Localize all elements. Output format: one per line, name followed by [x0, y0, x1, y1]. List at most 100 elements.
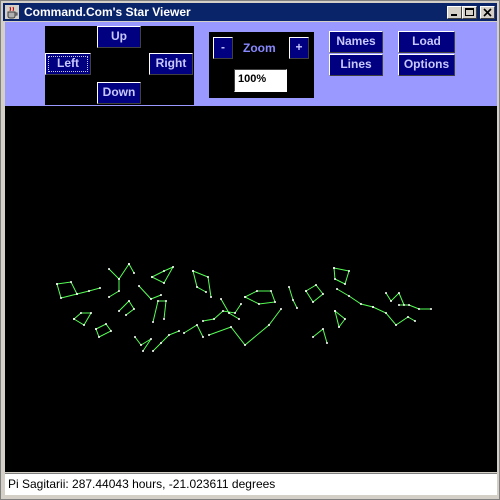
star: [398, 292, 400, 294]
zoom-out-button[interactable]: -: [213, 37, 233, 59]
java-cup-icon: [5, 5, 19, 19]
names-button[interactable]: Names: [329, 31, 383, 53]
star: [292, 299, 294, 301]
star: [344, 318, 346, 320]
star: [222, 310, 224, 312]
star: [305, 290, 307, 292]
star: [408, 304, 410, 306]
star: [338, 326, 340, 328]
down-button[interactable]: Down: [97, 82, 141, 104]
star: [118, 310, 120, 312]
star: [108, 296, 110, 298]
minimize-button[interactable]: [447, 6, 462, 19]
star: [274, 301, 276, 303]
toolbar: Up Left Right Down - Zoom + 100% Names L…: [5, 22, 497, 106]
maximize-button[interactable]: [462, 6, 477, 19]
title-bar[interactable]: Command.Com's Star Viewer: [3, 3, 497, 21]
star: [183, 332, 185, 334]
star: [336, 288, 338, 290]
constellation-line: [118, 300, 135, 316]
star: [151, 276, 153, 278]
constellation-line: [108, 263, 130, 298]
close-button[interactable]: [480, 6, 495, 19]
star: [118, 290, 120, 292]
status-bar: Pi Sagitarii: 287.44043 hours, -21.02361…: [5, 473, 497, 495]
star: [280, 308, 282, 310]
star: [125, 314, 127, 316]
star: [160, 342, 162, 344]
star: [172, 266, 174, 268]
star: [202, 336, 204, 338]
star-map-canvas[interactable]: [5, 106, 497, 472]
close-icon: [483, 8, 492, 17]
star: [407, 316, 409, 318]
star: [334, 310, 336, 312]
constellation-line: [336, 288, 374, 308]
star: [213, 318, 215, 320]
star: [344, 283, 346, 285]
star: [56, 283, 58, 285]
star: [395, 324, 397, 326]
constellation-line: [73, 312, 92, 326]
status-text: Pi Sagitarii: 287.44043 hours, -21.02361…: [8, 477, 276, 491]
star: [157, 300, 159, 302]
star: [163, 270, 165, 272]
star: [105, 323, 107, 325]
zoom-field[interactable]: 100%: [234, 69, 287, 92]
star: [205, 291, 207, 293]
star: [138, 285, 140, 287]
star: [390, 300, 392, 302]
star: [360, 303, 362, 305]
star: [152, 350, 154, 352]
star: [95, 328, 97, 330]
options-button[interactable]: Options: [398, 54, 455, 76]
constellation-line: [134, 336, 152, 352]
star: [430, 308, 432, 310]
star: [202, 320, 204, 322]
zoom-in-button[interactable]: +: [289, 37, 309, 59]
star: [98, 336, 100, 338]
star: [208, 334, 210, 336]
constellation-map[interactable]: [5, 106, 497, 472]
zoom-label: Zoom: [243, 41, 276, 55]
right-button[interactable]: Right: [149, 53, 193, 75]
star: [414, 320, 416, 322]
star: [196, 324, 198, 326]
lines-button[interactable]: Lines: [329, 54, 383, 76]
constellation-line: [95, 323, 112, 338]
star: [315, 284, 317, 286]
star: [312, 336, 314, 338]
star: [322, 293, 324, 295]
constellation-line: [244, 290, 276, 305]
star: [73, 318, 75, 320]
star: [178, 330, 180, 332]
star: [150, 298, 152, 300]
maximize-icon: [465, 8, 474, 16]
navigation-pad: Up Left Right Down: [45, 26, 194, 105]
star: [83, 324, 85, 326]
star: [90, 312, 92, 314]
star: [403, 304, 405, 306]
star: [128, 300, 130, 302]
star: [134, 336, 136, 338]
star: [288, 286, 290, 288]
star: [165, 300, 167, 302]
up-button[interactable]: Up: [97, 26, 141, 48]
constellation-line: [151, 265, 175, 284]
star: [240, 303, 242, 305]
constellation-line: [220, 298, 240, 320]
star: [168, 334, 170, 336]
star: [348, 270, 350, 272]
star: [220, 298, 222, 300]
star: [333, 267, 335, 269]
left-button[interactable]: Left: [45, 53, 91, 75]
constellation-line: [56, 281, 78, 299]
star: [70, 281, 72, 283]
constellation-line: [385, 292, 405, 306]
load-button[interactable]: Load: [398, 31, 455, 53]
constellation-line: [334, 310, 346, 329]
star: [128, 263, 130, 265]
star: [80, 312, 82, 314]
star: [118, 278, 120, 280]
constellation-line: [183, 324, 204, 338]
